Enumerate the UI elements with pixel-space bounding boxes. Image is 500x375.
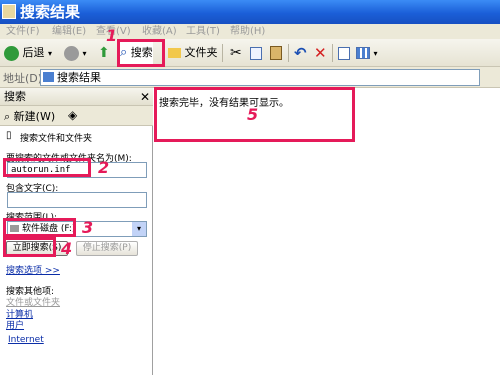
window-title: 搜索结果 <box>20 3 81 21</box>
address-label: 地址(D) <box>3 72 43 85</box>
search-options-link[interactable]: 搜索选项 >> <box>6 263 60 276</box>
up-arrow-icon: ⬆ <box>98 45 110 61</box>
up-folder-button[interactable]: ⬆ <box>98 42 110 64</box>
search-results-icon <box>43 72 54 82</box>
annotation-box-look-in <box>3 218 76 237</box>
views-button[interactable]: ▾ <box>356 42 378 64</box>
annotation-number-4: 4 <box>61 239 73 258</box>
search-results-window-icon <box>2 4 16 19</box>
toolbar: 后退 ▾ ▾ ⬆ ⌕ 搜索 文件夹 ✂ ↶ ✕ ▾ <box>0 39 500 67</box>
forward-arrow-icon <box>64 45 79 61</box>
menu-edit[interactable]: 编辑(E) <box>52 24 86 39</box>
scissors-icon: ✂ <box>230 45 242 61</box>
containing-text-input[interactable] <box>7 192 147 208</box>
task-header: 搜索文件和文件夹 <box>20 134 93 144</box>
help-icon[interactable]: ◈ <box>68 108 77 122</box>
menu-tools[interactable]: 工具(T) <box>186 24 220 39</box>
menu-help[interactable]: 帮助(H) <box>230 24 265 39</box>
delete-button[interactable]: ✕ <box>314 42 327 64</box>
forward-button[interactable]: ▾ <box>64 42 87 64</box>
address-bar: 地址(D) 搜索结果 <box>0 67 500 88</box>
chevron-down-icon[interactable]: ▾ <box>132 222 146 236</box>
annotation-box-search-now <box>3 237 56 257</box>
internet-link[interactable]: Internet <box>8 335 44 345</box>
search-pane-toolbar: ⌕ 新建(W) ◈ <box>0 106 153 126</box>
annotation-number-3: 3 <box>82 218 94 237</box>
annotation-number-1: 1 <box>106 26 118 45</box>
chevron-down-icon: ▾ <box>48 49 53 58</box>
menu-favorites[interactable]: 收藏(A) <box>142 24 177 39</box>
other-users[interactable]: 用户 <box>6 318 24 331</box>
properties-button[interactable] <box>338 42 350 64</box>
cut-button[interactable]: ✂ <box>230 42 242 64</box>
file-search-icon: ▯ <box>6 130 12 141</box>
menu-file[interactable]: 文件(F) <box>6 24 40 39</box>
close-icon[interactable]: ✕ <box>140 88 150 106</box>
annotation-box-filename <box>3 158 91 177</box>
new-search-button[interactable]: ⌕ 新建(W) <box>4 108 55 124</box>
folder-icon <box>168 48 181 58</box>
title-bar: 搜索结果 <box>0 0 500 24</box>
paste-button[interactable] <box>270 42 282 64</box>
annotation-box-search-button <box>117 39 165 67</box>
annotation-number-5: 5 <box>247 105 259 124</box>
annotation-number-2: 2 <box>98 158 110 177</box>
search-pane-header: 搜索 ✕ <box>0 88 153 106</box>
paste-icon <box>270 46 282 60</box>
undo-button[interactable]: ↶ <box>294 42 307 64</box>
toolbar-separator <box>288 44 289 62</box>
back-arrow-icon <box>4 45 19 61</box>
menu-bar: 文件(F) 编辑(E) 查看(V) 收藏(A) 工具(T) 帮助(H) <box>0 24 500 39</box>
chevron-down-icon: ▾ <box>373 49 378 58</box>
views-icon <box>356 47 370 59</box>
toolbar-separator <box>222 44 223 62</box>
magnifier-icon: ⌕ <box>4 110 11 123</box>
delete-x-icon: ✕ <box>314 44 327 62</box>
stop-search-button[interactable]: 停止搜索(P) <box>76 241 138 256</box>
address-field[interactable]: 搜索结果 <box>40 69 480 86</box>
copy-icon <box>250 46 262 60</box>
folders-button[interactable]: 文件夹 <box>168 42 218 64</box>
back-button[interactable]: 后退 ▾ <box>4 42 52 64</box>
chevron-down-icon: ▾ <box>82 49 87 58</box>
toolbar-separator <box>332 44 333 62</box>
properties-icon <box>338 46 350 60</box>
copy-button[interactable] <box>250 42 262 64</box>
undo-icon: ↶ <box>294 44 307 62</box>
